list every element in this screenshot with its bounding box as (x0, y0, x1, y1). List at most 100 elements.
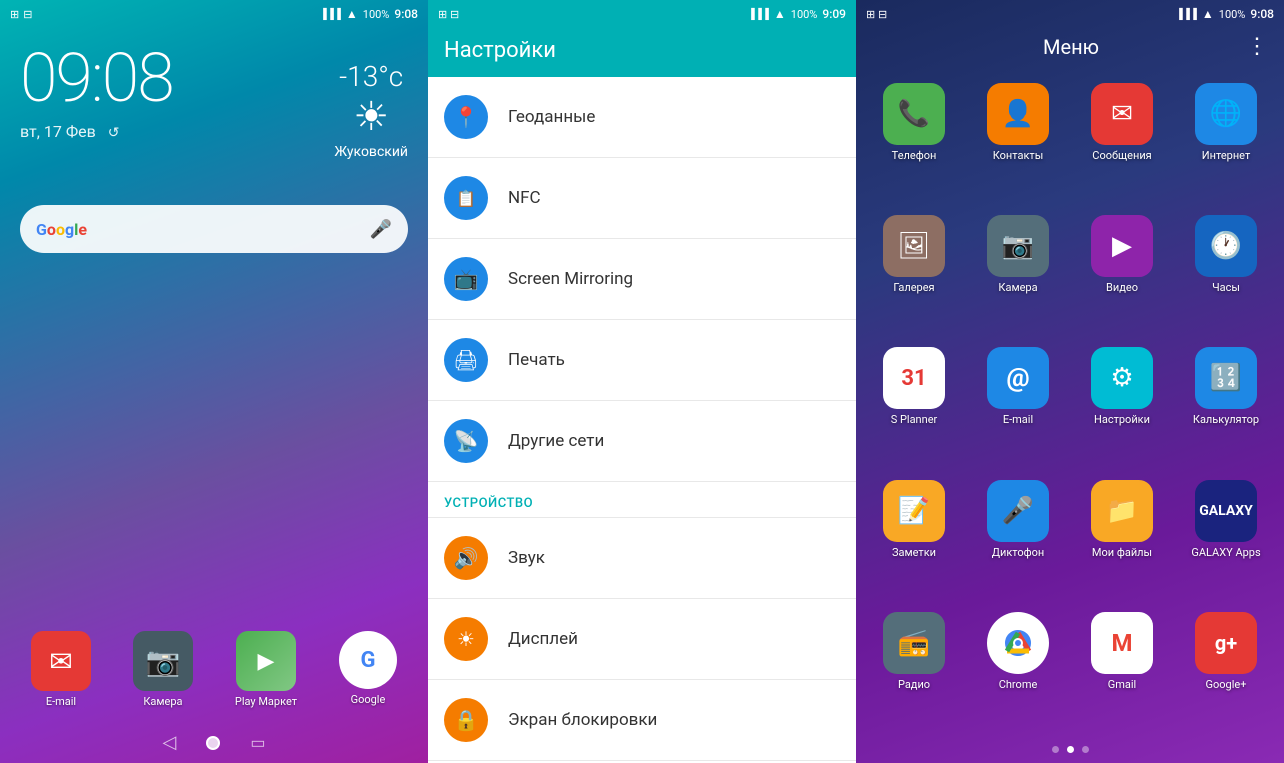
time-label-right: 9:08 (1250, 7, 1274, 21)
left-status-icons-right: ▐▐▐ ▲ 100% 9:08 (320, 7, 418, 21)
other-networks-label: Другие сети (508, 431, 604, 451)
signal-icon-mid: ▐▐▐ (748, 9, 769, 20)
app-video[interactable]: ▶ Видео (1072, 207, 1172, 335)
googleplus-label: Google+ (1206, 678, 1247, 691)
nav-dot-1[interactable] (1052, 746, 1059, 753)
geodata-label: Геоданные (508, 107, 595, 127)
settings-item-nfc[interactable]: 📋 NFC (428, 158, 856, 239)
app-contacts[interactable]: 👤 Контакты (968, 75, 1068, 203)
home-button[interactable] (206, 736, 220, 750)
camera-label: Камера (998, 281, 1037, 294)
sound-icon: 🔊 (454, 546, 479, 570)
more-options-button[interactable]: ⋮ (1246, 34, 1268, 59)
middle-status-left: ⊞ ⊟ (438, 8, 459, 21)
dock-app-play[interactable]: ▶ Play Маркет (235, 631, 297, 708)
screenshot-icon-mid: ⊞ ⊟ (438, 8, 459, 21)
gallery-label: Галерея (893, 281, 934, 294)
messages-icon: ✉ (1111, 99, 1133, 129)
googleplus-icon: g+ (1215, 631, 1237, 655)
sound-label: Звук (508, 548, 545, 568)
print-icon: 🖨 (453, 348, 478, 372)
app-galaxyapps[interactable]: GALAXY GALAXY Apps (1176, 472, 1276, 600)
recorder-icon-bg: 🎤 (987, 480, 1049, 542)
nav-dot-3[interactable] (1082, 746, 1089, 753)
dock-app-google[interactable]: G Google (339, 631, 397, 708)
search-input[interactable] (95, 220, 362, 238)
screenshot-icon-right: ⊞ ⊟ (866, 8, 887, 21)
dock-app-camera[interactable]: 📷 Камера (133, 631, 193, 708)
dock-app-email[interactable]: ✉ E-mail (31, 631, 91, 708)
lock-screen-label: Экран блокировки (508, 710, 657, 730)
wifi-icon-mid: ▲ (774, 7, 786, 21)
app-splanner[interactable]: 31 S Planner (864, 339, 964, 467)
right-apps-grid: 📞 Телефон 👤 Контакты ✉ Сообщения 🌐 Интер… (856, 71, 1284, 736)
app-notes[interactable]: 📝 Заметки (864, 472, 964, 600)
chrome-icon-bg (987, 612, 1049, 674)
app-chrome[interactable]: Chrome (968, 604, 1068, 732)
splanner-icon: 31 (901, 366, 926, 391)
settings-item-geodata[interactable]: 📍 Геоданные (428, 77, 856, 158)
contacts-label: Контакты (993, 149, 1044, 162)
phone-label: Телефон (892, 149, 937, 162)
app-camera[interactable]: 📷 Камера (968, 207, 1068, 335)
battery-label: 100% (363, 8, 390, 21)
signal-icon-right: ▐▐▐ (1176, 9, 1197, 20)
app-internet[interactable]: 🌐 Интернет (1176, 75, 1276, 203)
clock-icon: 🕐 (1210, 231, 1242, 261)
settings-icon: ⚙ (1110, 363, 1133, 393)
internet-icon: 🌐 (1210, 99, 1242, 129)
refresh-icon[interactable]: ↺ (108, 125, 120, 141)
recents-button[interactable]: ▭ (250, 733, 265, 752)
print-icon-circle: 🖨 (444, 338, 488, 382)
camera-icon-bg: 📷 (987, 215, 1049, 277)
microphone-icon[interactable]: 🎤 (370, 219, 392, 240)
app-clock[interactable]: 🕐 Часы (1176, 207, 1276, 335)
app-messages[interactable]: ✉ Сообщения (1072, 75, 1172, 203)
notes-label: Заметки (892, 546, 936, 559)
app-myfiles[interactable]: 📁 Мои файлы (1072, 472, 1172, 600)
phone-icon-bg: 📞 (883, 83, 945, 145)
dock-camera-label: Камера (143, 695, 182, 708)
app-settings[interactable]: ⚙ Настройки (1072, 339, 1172, 467)
internet-icon-bg: 🌐 (1195, 83, 1257, 145)
settings-item-sound[interactable]: 🔊 Звук (428, 518, 856, 599)
app-gmail[interactable]: M Gmail (1072, 604, 1172, 732)
gmail-label: Gmail (1108, 678, 1136, 691)
radio-label: Радио (898, 678, 930, 691)
display-icon-circle: ☀ (444, 617, 488, 661)
app-email[interactable]: @ E-mail (968, 339, 1068, 467)
google-logo: Google (36, 220, 87, 239)
screen-mirroring-icon: 📺 (454, 267, 479, 291)
app-calculator[interactable]: 🔢 Калькулятор (1176, 339, 1276, 467)
gmail-icon: M (1111, 629, 1132, 657)
settings-item-screen-mirroring[interactable]: 📺 Screen Mirroring (428, 239, 856, 320)
myfiles-label: Мои файлы (1092, 546, 1152, 559)
app-gallery[interactable]: 🖼 Галерея (864, 207, 964, 335)
section-header-device: УСТРОЙСТВО (428, 482, 856, 518)
phone-icon: 📞 (898, 99, 930, 129)
other-networks-icon: 📡 (454, 429, 479, 453)
middle-status-right: ▐▐▐ ▲ 100% 9:09 (748, 7, 846, 21)
search-bar[interactable]: Google 🎤 (20, 205, 408, 253)
settings-item-print[interactable]: 🖨 Печать (428, 320, 856, 401)
settings-icon-bg: ⚙ (1091, 347, 1153, 409)
right-status-bar: ⊞ ⊟ ▐▐▐ ▲ 100% 9:08 (856, 0, 1284, 28)
nav-dot-2[interactable] (1067, 746, 1074, 753)
weather-city: Жуковский (334, 144, 408, 160)
settings-item-lock-screen[interactable]: 🔒 Экран блокировки (428, 680, 856, 761)
settings-label: Настройки (1094, 413, 1150, 426)
app-phone[interactable]: 📞 Телефон (864, 75, 964, 203)
google-icon: G (360, 648, 375, 673)
myfiles-icon: 📁 (1106, 496, 1138, 526)
app-radio[interactable]: 📻 Радио (864, 604, 964, 732)
splanner-icon-bg: 31 (883, 347, 945, 409)
dock-google-label: Google (351, 693, 386, 706)
settings-item-display[interactable]: ☀ Дисплей (428, 599, 856, 680)
back-button[interactable]: ◁ (163, 732, 177, 753)
app-recorder[interactable]: 🎤 Диктофон (968, 472, 1068, 600)
app-googleplus[interactable]: g+ Google+ (1176, 604, 1276, 732)
settings-item-other-networks[interactable]: 📡 Другие сети (428, 401, 856, 482)
photo-icon: ⊟ (23, 8, 32, 21)
right-status-right: ▐▐▐ ▲ 100% 9:08 (1176, 7, 1274, 21)
recorder-icon: 🎤 (1002, 496, 1034, 526)
